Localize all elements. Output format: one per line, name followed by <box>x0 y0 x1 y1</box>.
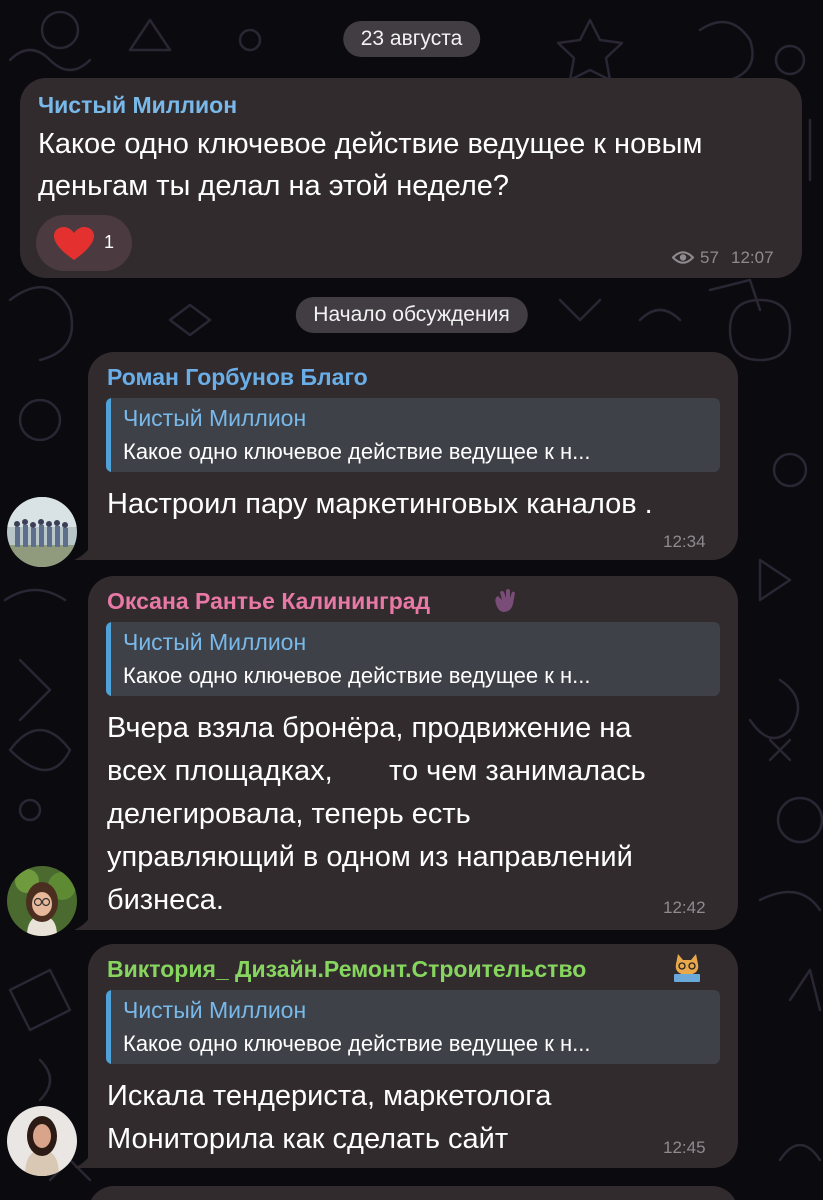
quote-accent-bar <box>106 622 111 696</box>
bubble-tail <box>74 538 96 560</box>
waving-hand-icon <box>495 589 515 612</box>
reply-sender-name[interactable]: Оксана Рантье Калининград <box>107 588 430 615</box>
quoted-text: Какое одно ключевое действие ведущее к н… <box>123 663 591 688</box>
bubble-tail <box>74 1146 96 1168</box>
avatar-oksana[interactable] <box>7 866 77 936</box>
reply-text-line-1: Вчера взяла бронёра, продвижение на <box>107 712 632 744</box>
channel-post-text-line-1: Какое одно ключевое действие ведущее к н… <box>38 128 703 160</box>
channel-post-sender[interactable]: Чистый Миллион <box>38 92 237 119</box>
channel-post-text-line-2: деньгам ты делал на этой неделе? <box>38 170 510 202</box>
reply-sender-name[interactable]: Виктория_ Дизайн.Ремонт.Строительство <box>107 956 586 983</box>
quoted-sender: Чистый Миллион <box>123 997 307 1023</box>
quote-accent-bar <box>106 398 111 472</box>
discussion-start-divider: Начало обсуждения <box>295 297 528 333</box>
quote-accent-bar <box>106 990 111 1064</box>
quoted-message[interactable]: Чистый Миллион Какое одно ключевое дейст… <box>106 622 720 696</box>
heart-reaction[interactable]: 1 <box>36 215 132 271</box>
reply-time: 12:34 <box>663 532 706 551</box>
reaction-count: 1 <box>104 232 115 252</box>
reply-text-line-1: Искала тендериста, маркетолога <box>107 1080 552 1112</box>
reply-text-line-2: всех площадках, то чем занималась <box>107 755 646 787</box>
person-photo-icon <box>7 1106 77 1176</box>
quoted-message[interactable]: Чистый Миллион Какое одно ключевое дейст… <box>106 990 720 1064</box>
chat-view: 23 августа Чистый Миллион Какое одно клю… <box>0 0 823 1200</box>
next-reply-bubble-partial[interactable] <box>88 1186 738 1200</box>
reply-text-line-1: Настроил пару маркетинговых каналов . <box>107 488 653 520</box>
date-divider: 23 августа <box>342 21 481 57</box>
view-count: 57 <box>700 248 719 267</box>
reply-text-line-5: бизнеса. <box>107 884 224 916</box>
group-photo-icon <box>7 497 77 567</box>
quoted-sender: Чистый Миллион <box>123 629 307 655</box>
cat-at-laptop-icon <box>674 954 700 982</box>
reply-text-line-4: управляющий в одном из направлений <box>107 841 633 873</box>
quoted-text: Какое одно ключевое действие ведущее к н… <box>123 1031 591 1056</box>
heart-icon <box>54 227 94 260</box>
channel-post-time: 12:07 <box>731 248 774 267</box>
quoted-message[interactable]: Чистый Миллион Какое одно ключевое дейст… <box>106 398 720 472</box>
avatar-roman[interactable] <box>7 497 77 567</box>
reply-bubble-oksana[interactable]: Оксана Рантье Калининград Чистый Миллион… <box>74 576 738 930</box>
quoted-sender: Чистый Миллион <box>123 405 307 431</box>
bubble-tail <box>74 908 96 930</box>
reply-bubble-roman[interactable]: Роман Горбунов Благо Чистый Миллион Како… <box>74 352 738 560</box>
reply-text-line-3: делегировала, теперь есть <box>107 798 471 830</box>
reply-time: 12:42 <box>663 898 706 917</box>
avatar-viktoriya[interactable] <box>7 1106 77 1176</box>
reply-bubble-viktoriya[interactable]: Виктория_ Дизайн.Ремонт.Строительство Чи… <box>74 944 738 1168</box>
channel-post-bubble[interactable]: Чистый Миллион Какое одно ключевое дейст… <box>20 78 802 278</box>
reply-text-line-2: Мониторила как сделать сайт <box>107 1123 509 1155</box>
eye-icon <box>672 251 694 264</box>
quoted-text: Какое одно ключевое действие ведущее к н… <box>123 439 591 464</box>
reply-time: 12:45 <box>663 1138 706 1157</box>
person-photo-icon <box>7 866 77 936</box>
reply-sender-name[interactable]: Роман Горбунов Благо <box>107 364 368 391</box>
